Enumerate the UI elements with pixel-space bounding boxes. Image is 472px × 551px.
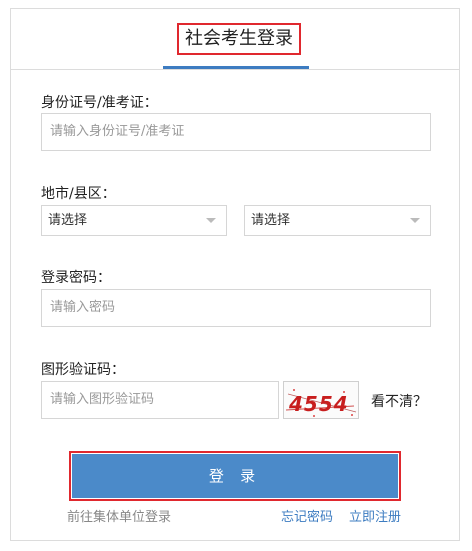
forgot-password-link[interactable]: 忘记密码 [281, 506, 333, 525]
group-login-link[interactable]: 前往集体单位登录 [67, 506, 171, 525]
tab-header: 社会考生登录 [11, 9, 459, 70]
city-select[interactable]: 请选择 [41, 205, 227, 236]
id-label: 身份证号/准考证： [41, 95, 158, 111]
register-link[interactable]: 立即注册 [349, 506, 401, 525]
tab-active-indicator [163, 66, 309, 69]
captcha-image[interactable]: 4554 [283, 381, 359, 419]
login-button[interactable]: 登 录 [72, 454, 398, 498]
district-select-value: 请选择 [251, 213, 291, 228]
captcha-refresh-link[interactable]: 看不清？ [371, 391, 427, 411]
city-select-value: 请选择 [48, 213, 88, 228]
chevron-down-icon [410, 218, 420, 223]
login-card: 社会考生登录 身份证号/准考证： 请输入身份证号/准考证 地市/县区： 请选择 … [10, 8, 460, 541]
district-select[interactable]: 请选择 [244, 205, 431, 236]
captcha-input[interactable]: 请输入图形验证码 [41, 381, 279, 419]
password-label: 登录密码： [41, 270, 111, 286]
chevron-down-icon [206, 218, 216, 223]
captcha-graphic: 4554 [285, 389, 357, 417]
captcha-label: 图形验证码： [41, 362, 125, 378]
tab-social-candidate-login[interactable]: 社会考生登录 [177, 23, 301, 55]
id-input[interactable]: 请输入身份证号/准考证 [41, 113, 431, 151]
captcha-text: 4554 [288, 392, 349, 416]
password-input[interactable]: 请输入密码 [41, 289, 431, 327]
region-label: 地市/县区： [41, 186, 116, 202]
